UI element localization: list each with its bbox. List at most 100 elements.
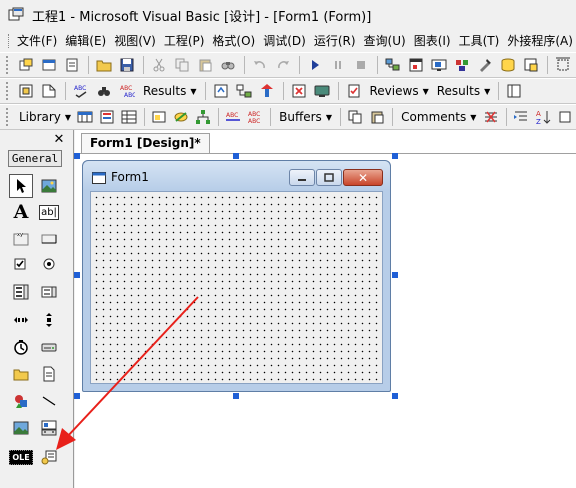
tool-data[interactable] (37, 416, 61, 440)
query-button[interactable] (38, 80, 60, 102)
resize-handle-right[interactable] (392, 272, 398, 278)
menu-editor-button[interactable] (61, 54, 83, 76)
tool-image[interactable] (9, 416, 33, 440)
toolbox-general-tab[interactable]: General (8, 150, 62, 167)
pause-button[interactable] (327, 54, 349, 76)
tool-adodc[interactable] (37, 445, 61, 469)
more-button[interactable] (554, 106, 575, 128)
tool-optionbutton[interactable] (37, 252, 61, 276)
run-button[interactable] (304, 54, 326, 76)
undo-button[interactable] (249, 54, 271, 76)
menu-file[interactable]: 文件(F) (13, 32, 61, 49)
menu-run[interactable]: 运行(R) (310, 32, 360, 49)
results-dropdown[interactable]: Results ▼ (139, 84, 201, 98)
review-button[interactable] (343, 80, 365, 102)
module-button[interactable] (15, 80, 37, 102)
hierarchy-button[interactable] (192, 106, 213, 128)
tool-textbox[interactable]: ab| (37, 200, 61, 224)
tool-hscrollbar[interactable] (9, 308, 33, 332)
object-browser-button[interactable] (451, 54, 473, 76)
remove-button[interactable] (288, 80, 310, 102)
indent-button[interactable] (511, 106, 532, 128)
form1-window[interactable]: Form1 ✕ (82, 160, 391, 392)
document-tab[interactable]: Form1 [Design]* (81, 133, 210, 153)
add-project-button[interactable] (15, 54, 37, 76)
menu-edit[interactable]: 编辑(E) (61, 32, 110, 49)
cut-button[interactable] (148, 54, 170, 76)
find-button[interactable] (217, 54, 239, 76)
menu-view[interactable]: 视图(V) (110, 32, 160, 49)
data-view-button[interactable] (497, 54, 519, 76)
replace-button[interactable]: ABCABC (116, 80, 138, 102)
resize-handle-bottom[interactable] (233, 393, 239, 399)
properties-button[interactable] (405, 54, 427, 76)
tool-vscrollbar[interactable] (37, 308, 61, 332)
form-minimize-button[interactable] (289, 169, 315, 186)
menu-diagram[interactable]: 图表(I) (410, 32, 455, 49)
tool-shape[interactable] (9, 389, 33, 413)
tool-dirlistbox[interactable] (9, 362, 33, 386)
menu-addins[interactable]: 外接程序(A) (503, 32, 576, 49)
paste-button[interactable] (194, 54, 216, 76)
add-form-button[interactable] (38, 54, 60, 76)
tool-filelistbox[interactable] (37, 362, 61, 386)
report-button[interactable] (97, 106, 118, 128)
results2-dropdown[interactable]: Results ▼ (433, 84, 495, 98)
refresh-button[interactable] (210, 80, 232, 102)
tool-picturebox[interactable] (37, 174, 61, 198)
toolbox-button[interactable] (474, 54, 496, 76)
project-explorer-button[interactable] (382, 54, 404, 76)
table-button[interactable] (118, 106, 139, 128)
tool-ole[interactable]: OLE (9, 445, 33, 469)
form1-title-bar[interactable]: Form1 ✕ (83, 161, 390, 191)
connect-button[interactable] (171, 106, 192, 128)
form-wizard-button[interactable] (149, 106, 170, 128)
comments-dropdown[interactable]: Comments ▼ (397, 110, 480, 124)
sort-button[interactable]: AZ (533, 106, 554, 128)
open-button[interactable] (93, 54, 115, 76)
deploy-button[interactable] (256, 80, 278, 102)
resize-handle-top-left[interactable] (74, 153, 80, 159)
spell-check-button[interactable]: ABC (70, 80, 92, 102)
resize-handle-left[interactable] (74, 272, 80, 278)
delete-comment-button[interactable] (480, 106, 501, 128)
library-dropdown[interactable]: Library ▼ (15, 110, 75, 124)
resize-handle-bottom-right[interactable] (392, 393, 398, 399)
menu-debug[interactable]: 调试(D) (259, 32, 310, 49)
tree-view-button[interactable] (233, 80, 255, 102)
replace2-button[interactable]: ABC ABC (245, 106, 266, 128)
tool-commandbutton[interactable] (37, 226, 61, 250)
tool-label[interactable]: A (9, 200, 33, 224)
tool-checkbox[interactable] (9, 252, 33, 276)
menu-tools[interactable]: 工具(T) (455, 32, 504, 49)
tool-timer[interactable] (9, 335, 33, 359)
menu-project[interactable]: 工程(P) (160, 32, 209, 49)
tool-line[interactable] (37, 389, 61, 413)
buffers-dropdown[interactable]: Buffers ▼ (275, 110, 336, 124)
tool-frame[interactable]: xy (9, 226, 33, 250)
resize-handle-top-right[interactable] (392, 153, 398, 159)
strike-button[interactable]: ABC (223, 106, 244, 128)
tool-pointer[interactable] (9, 174, 33, 198)
layout-button[interactable] (503, 80, 525, 102)
resize-handle-top[interactable] (233, 153, 239, 159)
tool-drivelistbox[interactable] (37, 335, 61, 359)
tool-listbox[interactable] (37, 280, 61, 304)
component-manager-button[interactable] (520, 54, 542, 76)
copy-buffer-button[interactable] (345, 106, 366, 128)
menu-format[interactable]: 格式(O) (208, 32, 259, 49)
form1-client-area[interactable] (90, 191, 383, 384)
redo-button[interactable] (272, 54, 294, 76)
copy-button[interactable] (171, 54, 193, 76)
paste-buffer-button[interactable] (367, 106, 388, 128)
toolbox-close-button[interactable]: ✕ (52, 133, 66, 147)
form-close-button[interactable]: ✕ (343, 169, 383, 186)
monitor-button[interactable] (311, 80, 333, 102)
stop-button[interactable] (350, 54, 372, 76)
form-layout-button[interactable] (428, 54, 450, 76)
save-button[interactable] (116, 54, 138, 76)
grid-button[interactable] (75, 106, 96, 128)
form-maximize-button[interactable] (316, 169, 342, 186)
resize-handle-bottom-left[interactable] (74, 393, 80, 399)
align-button[interactable] (552, 54, 574, 76)
